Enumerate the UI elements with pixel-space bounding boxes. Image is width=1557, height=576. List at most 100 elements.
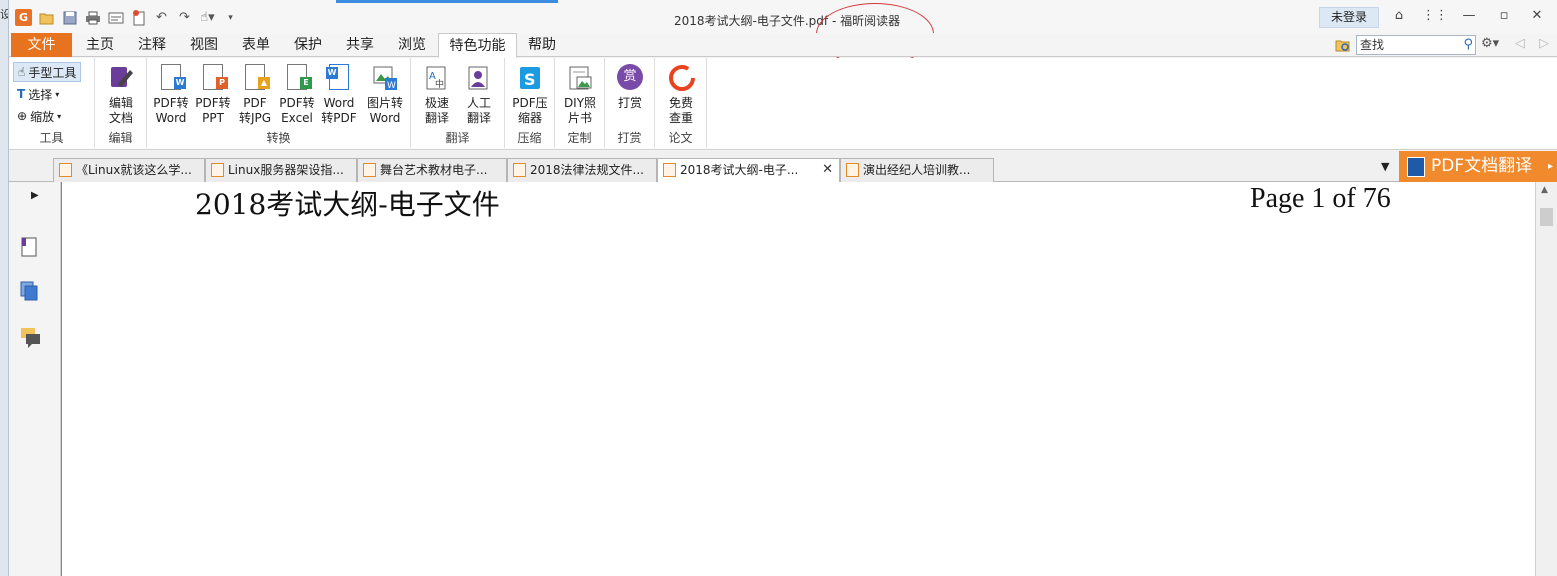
quick-translate-button[interactable]: A中 极速 翻译 — [417, 64, 457, 126]
human-translate-button[interactable]: 人工 翻译 — [459, 64, 499, 126]
undo-icon[interactable]: ↶ — [153, 9, 170, 26]
doc-tab-label: Linux服务器架设指... — [228, 163, 344, 177]
expand-panel-icon[interactable]: ▶ — [31, 190, 39, 201]
pdf-translate-banner[interactable]: PDF文档翻译 ▸ — [1399, 151, 1557, 182]
close-icon[interactable]: ✕ — [1527, 8, 1547, 23]
pdf-file-icon — [663, 163, 676, 177]
tab-share[interactable]: 共享 — [339, 33, 381, 57]
free-check-label-1: 免费 — [668, 96, 693, 110]
diy-photobook-button[interactable]: DIY照 片书 — [558, 64, 602, 126]
close-tab-icon[interactable]: ✕ — [822, 159, 833, 181]
login-button[interactable]: 未登录 — [1319, 7, 1379, 28]
find-folder-icon[interactable] — [1335, 37, 1351, 53]
chevron-down-icon: ▾ — [55, 89, 60, 99]
pdf-to-excel-icon: E — [287, 64, 312, 90]
scroll-up-icon[interactable]: ▲ — [1541, 185, 1548, 195]
doc-tab-label: 舞台艺术教材电子... — [380, 163, 488, 177]
title-bar: G ↶ ↷ ☝▾ ▾ 2018考试大纲-电子文件.pdf - 福昕阅读器 未登录… — [9, 0, 1557, 65]
doc-tab-label: 《Linux就该这么学... — [76, 163, 192, 177]
tab-featured[interactable]: 特色功能 — [438, 33, 517, 58]
save-icon[interactable] — [61, 9, 78, 26]
nav-forward-icon[interactable]: ▷ — [1539, 36, 1549, 51]
zoom-icon: ⊕ — [17, 109, 28, 123]
document-viewport[interactable]: 2018考试大纲-电子文件 Page 1 of 76 — [61, 182, 1535, 576]
pdf-to-word-button[interactable]: W PDF转 Word — [151, 64, 191, 126]
pdf-to-excel-button[interactable]: E PDF转 Excel — [277, 64, 317, 126]
group-tools-label: 工具 — [39, 131, 64, 145]
edit-document-label-1: 编辑 — [108, 96, 133, 110]
quick-translate-label-2: 翻译 — [424, 111, 449, 125]
redo-icon[interactable]: ↷ — [176, 9, 193, 26]
pdf-to-excel-label-1: PDF转 — [279, 96, 315, 110]
pdf-to-jpg-button[interactable]: ▲ PDF 转JPG — [235, 64, 275, 126]
group-translate-label: 翻译 — [445, 131, 470, 145]
word-to-pdf-label-2: 转PDF — [321, 111, 357, 125]
reward-icon: 赏 — [617, 64, 643, 92]
restore-icon[interactable]: ▫ — [1494, 8, 1514, 23]
pdf-file-icon — [513, 163, 526, 177]
image-to-word-button[interactable]: W 图片转 Word — [363, 64, 407, 126]
tab-browse[interactable]: 浏览 — [391, 33, 433, 57]
pdf-to-word-label-1: PDF转 — [153, 96, 189, 110]
page-header-page-number: Page 1 of 76 — [1250, 183, 1391, 214]
print-icon[interactable] — [84, 9, 101, 26]
nav-back-icon[interactable]: ◁ — [1515, 36, 1525, 51]
scrollbar-thumb[interactable] — [1540, 208, 1553, 226]
doc-tab[interactable]: Linux服务器架设指... — [205, 158, 357, 182]
tab-protect[interactable]: 保护 — [287, 33, 329, 57]
bookmark-icon[interactable] — [19, 236, 39, 258]
word-to-pdf-label-1: Word — [323, 96, 355, 110]
diy-photobook-label-1: DIY照 — [563, 96, 597, 110]
group-convert: W PDF转 Word P PDF转 PPT ▲ PDF 转JPG E PDF转… — [147, 58, 411, 148]
open-folder-icon[interactable] — [38, 9, 55, 26]
settings-gear-icon[interactable]: ⚙▾ — [1481, 36, 1499, 51]
doc-tab-active[interactable]: 2018考试大纲-电子... ✕ — [657, 158, 840, 182]
properties-icon[interactable] — [107, 9, 124, 26]
ribbon: ☝ 手型工具 T 选择 ▾ ⊕ 缩放 ▾ 工具 编辑 文档 编辑 W PDF转 … — [9, 58, 1557, 150]
quick-access-toolbar: G ↶ ↷ ☝▾ ▾ — [15, 9, 239, 26]
human-translate-label-1: 人工 — [466, 96, 491, 110]
hand-tool-button[interactable]: ☝ 手型工具 — [13, 62, 82, 82]
hand-dropdown-icon[interactable]: ☝▾ — [199, 9, 216, 26]
tab-list-dropdown-icon[interactable]: ▼ — [1381, 160, 1389, 173]
tab-form[interactable]: 表单 — [235, 33, 277, 57]
tab-file[interactable]: 文件 — [11, 33, 72, 57]
layout-icon[interactable]: ⋮⋮ — [1422, 8, 1448, 23]
comments-icon[interactable] — [19, 326, 40, 348]
doc-tab[interactable]: 舞台艺术教材电子... — [357, 158, 507, 182]
zoom-tool-button[interactable]: ⊕ 缩放 ▾ — [13, 106, 65, 126]
doc-tab[interactable]: 2018法律法规文件... — [507, 158, 657, 182]
pdf-file-icon — [59, 163, 72, 177]
image-to-word-label-2: Word — [369, 111, 401, 125]
search-icon[interactable]: ⚲ — [1463, 36, 1473, 54]
pdf-to-ppt-button[interactable]: P PDF转 PPT — [193, 64, 233, 126]
doc-tab[interactable]: 《Linux就该这么学... — [53, 158, 205, 182]
search-input[interactable]: 查找 ⚲ — [1356, 35, 1476, 55]
word-to-pdf-button[interactable]: W Word 转PDF — [319, 64, 359, 126]
page-header-title: 2018考试大纲-电子文件 — [195, 188, 500, 221]
tab-view[interactable]: 视图 — [183, 33, 225, 57]
pdf-to-word-icon: W — [161, 64, 186, 90]
new-document-icon[interactable] — [130, 9, 147, 26]
customize-toolbar-icon[interactable]: ▾ — [222, 9, 239, 26]
vertical-scrollbar[interactable]: ▲ — [1535, 182, 1557, 576]
group-edit: 编辑 文档 编辑 — [95, 58, 147, 148]
app-logo-icon[interactable]: G — [15, 9, 32, 26]
free-plagiarism-check-button[interactable]: 免费 查重 — [659, 64, 703, 126]
tab-home[interactable]: 主页 — [79, 33, 121, 57]
page-thumbnails-icon[interactable] — [19, 280, 39, 302]
minimize-icon[interactable]: — — [1459, 8, 1479, 23]
select-tool-button[interactable]: T 选择 ▾ — [13, 84, 63, 104]
edit-document-button[interactable]: 编辑 文档 — [99, 64, 143, 126]
tab-comment[interactable]: 注释 — [131, 33, 173, 57]
pdf-translate-icon — [1407, 157, 1425, 177]
tab-help[interactable]: 帮助 — [521, 33, 563, 57]
pdf-to-jpg-label-1: PDF — [243, 96, 267, 110]
chevron-right-icon: ▸ — [1547, 161, 1553, 172]
document-tab-strip: 《Linux就该这么学... Linux服务器架设指... 舞台艺术教材电子..… — [9, 151, 1557, 182]
group-compress: S PDF压 缩器 压缩 — [505, 58, 555, 148]
doc-tab[interactable]: 演出经纪人培训教... — [840, 158, 994, 182]
skin-icon[interactable]: ⌂ — [1389, 8, 1409, 23]
pdf-compressor-button[interactable]: S PDF压 缩器 — [508, 64, 552, 126]
reward-button[interactable]: 赏 打赏 — [608, 64, 652, 111]
